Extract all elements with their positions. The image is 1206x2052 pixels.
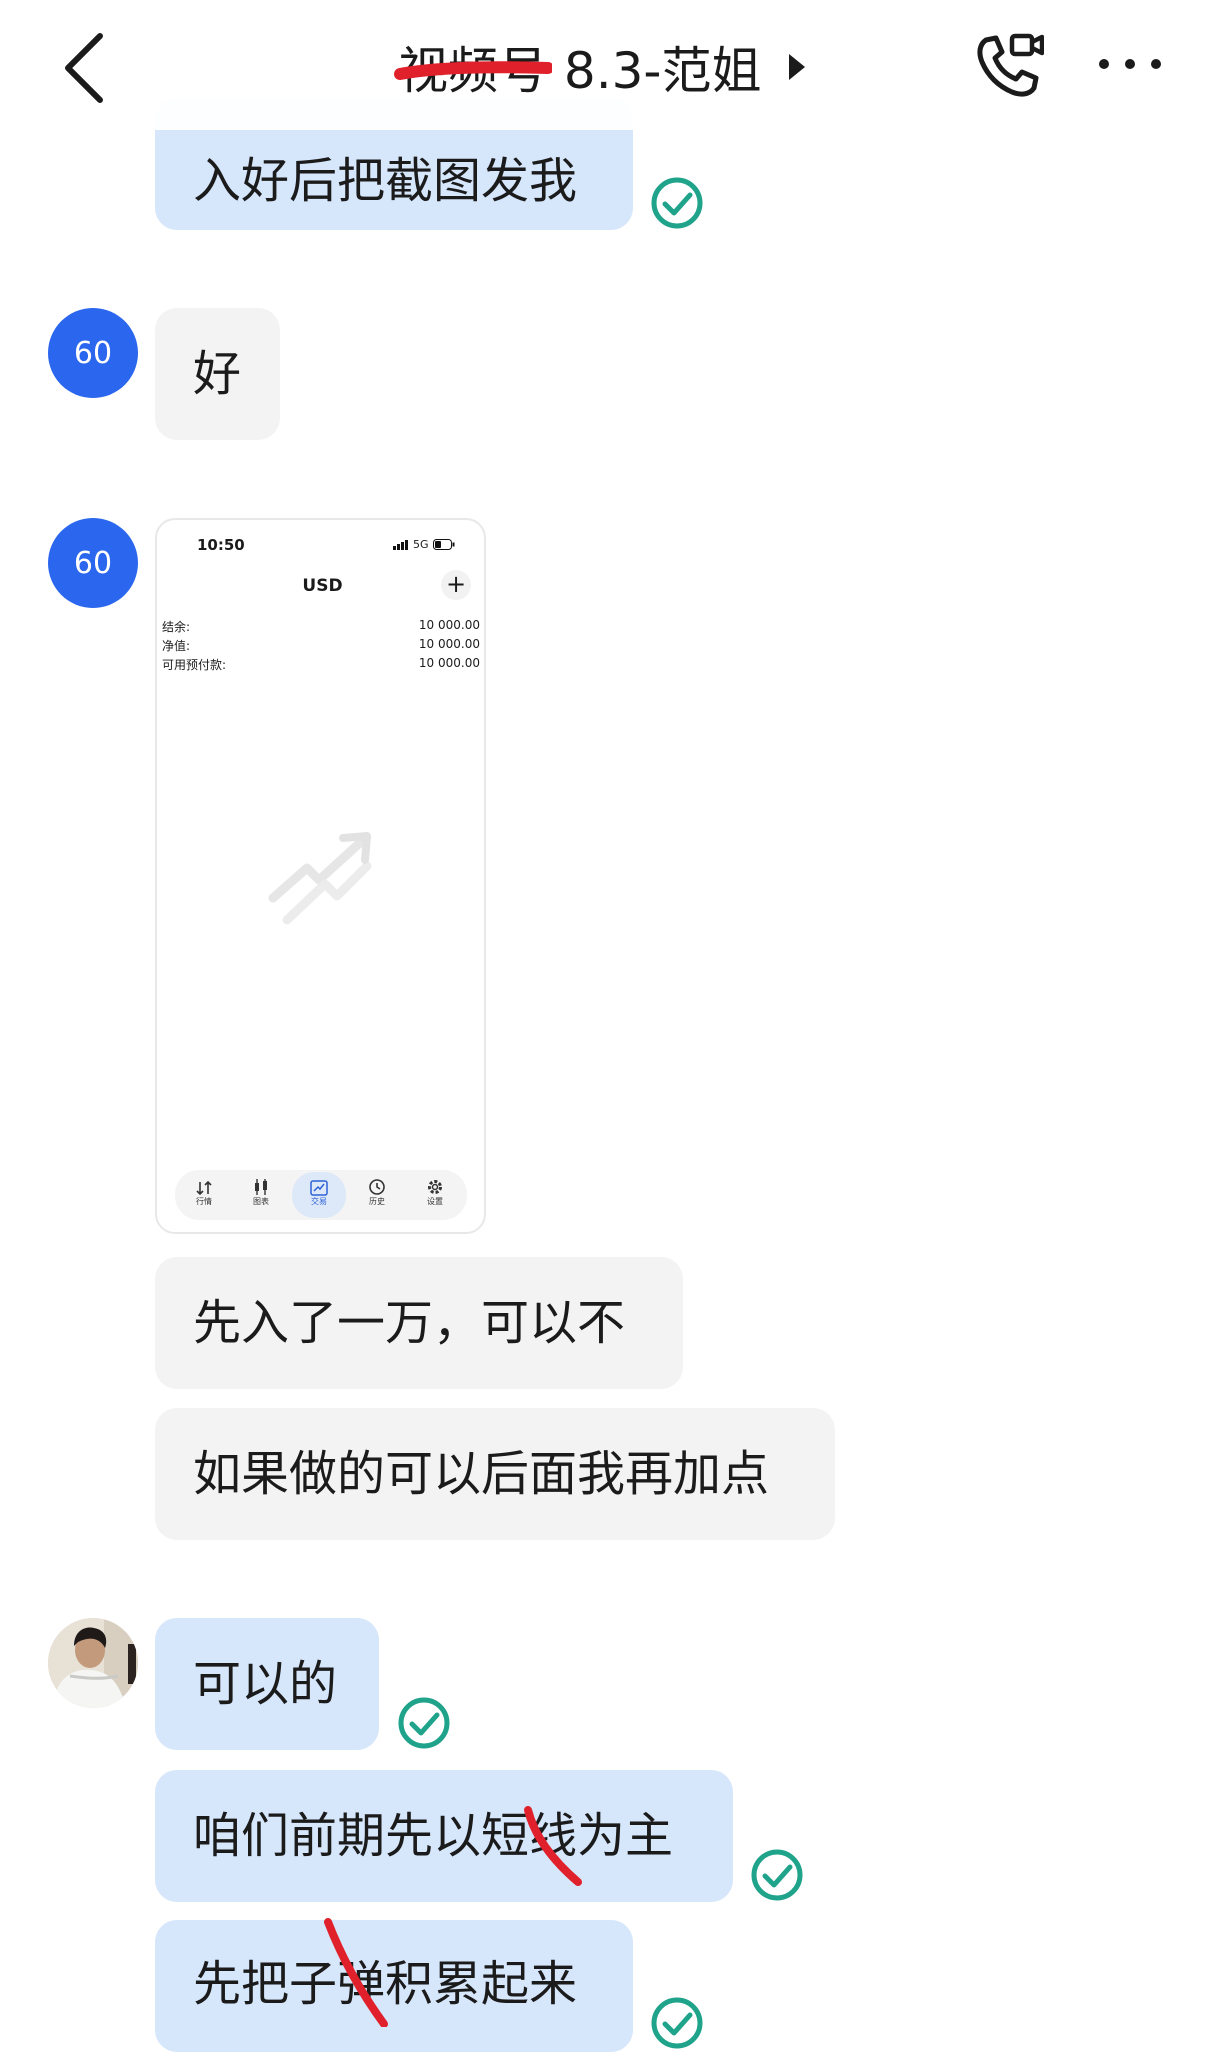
message-text: 可以的 (193, 1656, 338, 1712)
my-avatar[interactable] (48, 1618, 138, 1708)
screenshot-status-bar: 5G (393, 538, 455, 551)
nav-item-history: 历史 (350, 1172, 404, 1218)
nav-item-charts: 图表 (234, 1172, 288, 1218)
account-row: 可用预付款: 10 000.00 (162, 656, 480, 672)
message-bubble-outgoing[interactable]: 先把子弹积累起来 (155, 1920, 633, 2052)
updown-arrows-icon (196, 1180, 212, 1196)
contact-avatar[interactable]: 60 (48, 308, 138, 398)
read-check-icon (651, 1997, 703, 2049)
signal-icon (393, 539, 408, 550)
phone-video-call-icon[interactable] (972, 30, 1044, 102)
chat-title: 视频号 8.3-范姐 (398, 42, 762, 100)
nav-item-trade: 交易 (292, 1172, 346, 1218)
empty-trade-chart-icon (268, 832, 372, 925)
message-text: 先把子弹积累起来 (193, 1956, 578, 2012)
message-text: 好 (193, 346, 242, 402)
plus-icon: + (441, 570, 471, 600)
battery-icon (432, 539, 455, 550)
message-bubble-incoming[interactable]: 如果做的可以后面我再加点 (155, 1408, 835, 1540)
message-text: 如果做的可以后面我再加点 (193, 1446, 770, 1502)
profile-photo (48, 1618, 138, 1708)
clock-icon (369, 1179, 385, 1195)
message-bubble-outgoing[interactable]: 咱们前期先以短线为主 (155, 1770, 733, 1902)
nav-item-settings: 设置 (408, 1172, 462, 1218)
nav-item-quotes: 行情 (177, 1172, 231, 1218)
more-options-icon[interactable] (1096, 44, 1164, 84)
screenshot-title: USD (302, 576, 343, 596)
chat-title-button[interactable]: 视频号 8.3-范姐 (394, 32, 807, 102)
chat-header: 视频号 8.3-范姐 (0, 0, 1206, 130)
caret-right-icon (789, 54, 806, 80)
screenshot-time: 10:50 (197, 536, 245, 554)
back-chevron-icon[interactable] (56, 30, 116, 106)
gear-icon (428, 1180, 442, 1194)
account-row: 结余: 10 000.00 (162, 618, 480, 634)
message-bubble-outgoing[interactable]: 可以的 (155, 1618, 379, 1750)
candles-icon (255, 1179, 267, 1195)
contact-avatar[interactable]: 60 (48, 518, 138, 608)
account-row: 净值: 10 000.00 (162, 637, 480, 653)
screenshot-bottom-nav: 行情 图表 交易 历史 设置 (175, 1170, 467, 1220)
read-check-icon (651, 177, 703, 229)
network-label: 5G (413, 538, 429, 551)
message-text: 咱们前期先以短线为主 (193, 1808, 674, 1864)
message-bubble-incoming[interactable]: 先入了一万，可以不 (155, 1257, 683, 1389)
read-check-icon (398, 1697, 450, 1749)
message-bubble-incoming[interactable]: 好 (155, 308, 280, 440)
image-message-screenshot[interactable]: 10:50 5G USD + 结余: 10 000.00 净值: 10 000.… (155, 518, 486, 1234)
message-text: 先入了一万，可以不 (193, 1295, 626, 1351)
read-check-icon (751, 1849, 803, 1901)
trend-chart-icon (310, 1180, 328, 1196)
message-text: 入好后把截图发我 (193, 153, 578, 209)
